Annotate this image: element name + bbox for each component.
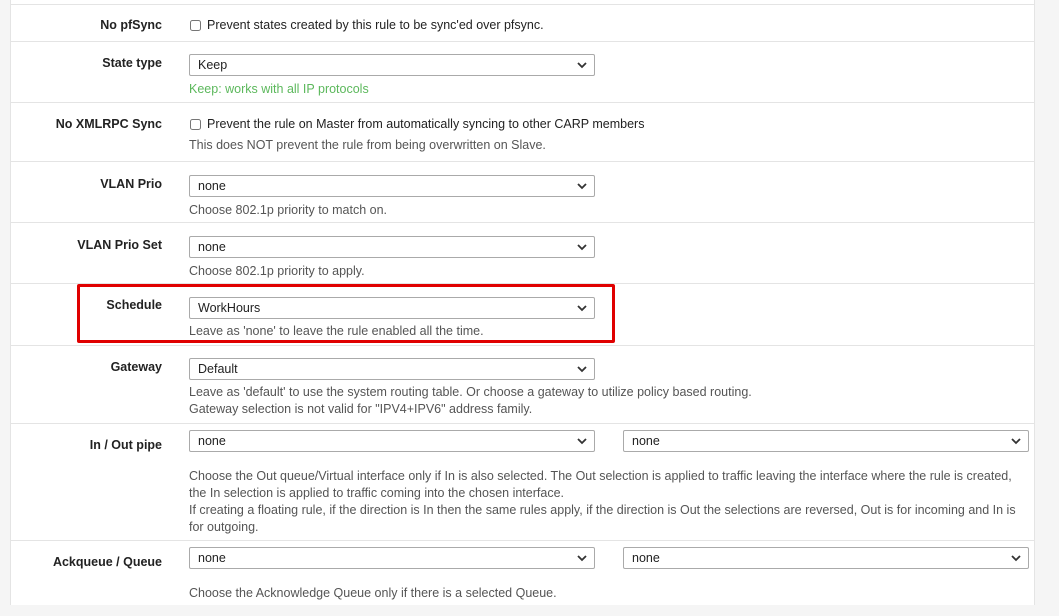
out-pipe-value: none xyxy=(632,434,660,448)
no-pfsync-checkbox-label[interactable]: Prevent states created by this rule to b… xyxy=(207,18,544,32)
no-xmlrpc-sync-control: Prevent the rule on Master from automati… xyxy=(189,117,644,131)
queue-select[interactable]: none xyxy=(623,547,1029,569)
no-xmlrpc-sync-label: No XMLRPC Sync xyxy=(55,117,162,131)
row-ackqueue-queue: Ackqueue / Queue none none Choose the Ac… xyxy=(11,540,1034,606)
schedule-highlight-box xyxy=(77,284,615,343)
vlan-prio-set-value: none xyxy=(198,240,226,254)
vlan-prio-select[interactable]: none xyxy=(189,175,595,197)
row-state-type: State type Keep Keep: works with all IP … xyxy=(11,41,1034,103)
gateway-help-line-1: Leave as 'default' to use the system rou… xyxy=(189,385,752,399)
vlan-prio-set-select[interactable]: none xyxy=(189,236,595,258)
row-no-xmlrpc-sync: No XMLRPC Sync Prevent the rule on Maste… xyxy=(11,102,1034,162)
in-out-pipe-help-line-1: Choose the Out queue/Virtual interface o… xyxy=(189,469,1012,483)
row-vlan-prio: VLAN Prio none Choose 802.1p priority to… xyxy=(11,161,1034,223)
no-xmlrpc-sync-help: This does NOT prevent the rule from bein… xyxy=(189,138,546,152)
gateway-help: Leave as 'default' to use the system rou… xyxy=(189,384,752,418)
gateway-help-line-2: Gateway selection is not valid for "IPV4… xyxy=(189,402,533,416)
ackqueue-select[interactable]: none xyxy=(189,547,595,569)
state-type-select[interactable]: Keep xyxy=(189,54,595,76)
state-type-help: Keep: works with all IP protocols xyxy=(189,82,369,96)
no-xmlrpc-sync-checkbox-label[interactable]: Prevent the rule on Master from automati… xyxy=(207,117,644,131)
vlan-prio-set-help: Choose 802.1p priority to apply. xyxy=(189,264,365,278)
chevron-down-icon xyxy=(577,438,587,445)
no-xmlrpc-sync-checkbox[interactable] xyxy=(190,118,201,130)
no-pfsync-control: Prevent states created by this rule to b… xyxy=(189,18,544,32)
in-out-pipe-help-line-4: for outgoing. xyxy=(189,520,259,534)
gateway-label: Gateway xyxy=(110,360,162,374)
row-vlan-prio-set: VLAN Prio Set none Choose 802.1p priorit… xyxy=(11,222,1034,284)
ackqueue-queue-help: Choose the Acknowledge Queue only if the… xyxy=(189,586,557,600)
in-out-pipe-help: Choose the Out queue/Virtual interface o… xyxy=(189,468,1016,536)
vlan-prio-label: VLAN Prio xyxy=(100,177,162,191)
chevron-down-icon xyxy=(577,62,587,69)
in-out-pipe-label: In / Out pipe xyxy=(89,438,162,452)
ackqueue-value: none xyxy=(198,551,226,565)
chevron-down-icon xyxy=(577,366,587,373)
chevron-down-icon xyxy=(577,555,587,562)
in-pipe-value: none xyxy=(198,434,226,448)
out-pipe-select[interactable]: none xyxy=(623,430,1029,452)
gateway-value: Default xyxy=(198,362,238,376)
ackqueue-queue-label: Ackqueue / Queue xyxy=(52,555,162,569)
row-in-out-pipe: In / Out pipe none none Choose the Out q… xyxy=(11,423,1034,541)
chevron-down-icon xyxy=(1011,438,1021,445)
state-type-value: Keep xyxy=(198,58,228,72)
vlan-prio-help: Choose 802.1p priority to match on. xyxy=(189,203,388,217)
state-type-label: State type xyxy=(102,56,162,70)
chevron-down-icon xyxy=(577,183,587,190)
in-out-pipe-help-line-2: the In selection is applied to traffic c… xyxy=(189,486,564,500)
gateway-select[interactable]: Default xyxy=(189,358,595,380)
vlan-prio-value: none xyxy=(198,179,226,193)
queue-value: none xyxy=(632,551,660,565)
no-pfsync-checkbox[interactable] xyxy=(190,19,201,31)
in-out-pipe-help-line-3: If creating a floating rule, if the dire… xyxy=(189,503,1016,517)
vlan-prio-set-label: VLAN Prio Set xyxy=(77,238,162,252)
row-no-pfsync: No pfSync Prevent states created by this… xyxy=(11,4,1034,42)
in-pipe-select[interactable]: none xyxy=(189,430,595,452)
row-gateway: Gateway Default Leave as 'default' to us… xyxy=(11,345,1034,424)
chevron-down-icon xyxy=(1011,555,1021,562)
no-pfsync-label: No pfSync xyxy=(100,18,162,32)
chevron-down-icon xyxy=(577,244,587,251)
